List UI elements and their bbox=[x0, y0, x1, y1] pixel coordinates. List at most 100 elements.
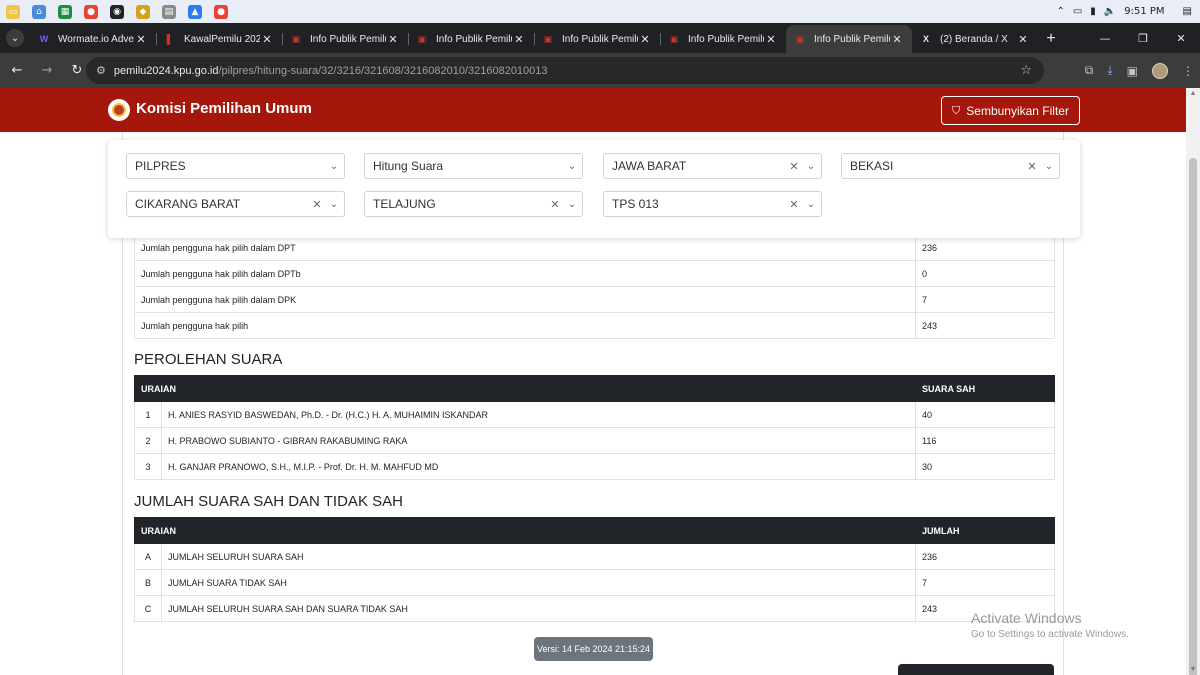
hide-filter-button[interactable]: ⛉ Sembunyikan Filter bbox=[941, 96, 1080, 125]
perolehan-table: URAIAN SUARA SAH 1 H. ANIES RASYID BASWED… bbox=[134, 375, 1055, 480]
row-value: 236 bbox=[915, 234, 1055, 261]
table-row: Jumlah pengguna hak pilih dalam DPTb 0 bbox=[134, 260, 1055, 287]
filter-select[interactable]: JAWA BARAT ✕ ⌄ bbox=[603, 153, 822, 179]
chevron-down-icon[interactable]: ⌄ bbox=[562, 161, 582, 172]
file-explorer-icon[interactable]: ▭ bbox=[6, 4, 20, 19]
tab-close-icon[interactable]: ✕ bbox=[260, 33, 274, 46]
site-info-icon[interactable]: ⚙ bbox=[96, 64, 106, 77]
minimize-icon[interactable]: — bbox=[1086, 23, 1124, 53]
row-number: 3 bbox=[134, 453, 162, 480]
chevron-down-icon[interactable]: ⌄ bbox=[801, 199, 821, 210]
browser-tab[interactable]: ▣ Info Publik Pemilu ✕ bbox=[282, 25, 408, 53]
home-icon[interactable]: ⌂ bbox=[32, 4, 46, 19]
taskbar-pinned-apps: ▭ ⌂ ▦ ● ◉ ◆ ▤ ▲ ● bbox=[0, 4, 228, 19]
filter-select[interactable]: PILPRES ⌄ bbox=[126, 153, 345, 179]
restore-icon[interactable]: ❐ bbox=[1124, 23, 1162, 53]
jumlah-col-jumlah: JUMLAH bbox=[915, 517, 1055, 544]
filter-select[interactable]: Hitung Suara ⌄ bbox=[364, 153, 583, 179]
chevron-up-icon[interactable]: ⌃ bbox=[1056, 6, 1064, 17]
side-panel-icon[interactable]: ▣ bbox=[1127, 64, 1138, 78]
filter-select[interactable]: BEKASI ✕ ⌄ bbox=[841, 153, 1060, 179]
tag-icon[interactable]: ◆ bbox=[136, 4, 150, 19]
tab-close-icon[interactable]: ✕ bbox=[512, 33, 526, 46]
filter-select[interactable]: TELAJUNG ✕ ⌄ bbox=[364, 191, 583, 217]
row-value: 0 bbox=[915, 260, 1055, 287]
chevron-down-icon[interactable]: ⌄ bbox=[324, 199, 344, 210]
table-row: 1 H. ANIES RASYID BASWEDAN, Ph.D. - Dr. (… bbox=[134, 401, 1055, 428]
scroll-up-icon[interactable]: ▲ bbox=[1189, 90, 1197, 97]
chevron-down-icon[interactable]: ⌄ bbox=[324, 161, 344, 172]
spreadsheet-icon[interactable]: ▦ bbox=[58, 4, 72, 19]
notification-icon[interactable]: ▤ bbox=[1183, 6, 1192, 17]
photos-icon[interactable]: ▲ bbox=[188, 4, 202, 19]
profile-avatar[interactable] bbox=[1152, 62, 1168, 79]
filter-select-value: BEKASI bbox=[850, 159, 894, 173]
new-tab-button[interactable]: + bbox=[1038, 25, 1064, 53]
browser-tab[interactable]: ▣ Info Publik Pemilu ✕ bbox=[534, 25, 660, 53]
browser-tab[interactable]: ▣ Info Publik Pemilu ✕ bbox=[786, 25, 912, 53]
browser-tab[interactable]: W Wormate.io Adven ✕ bbox=[30, 25, 156, 53]
tab-close-icon[interactable]: ✕ bbox=[764, 33, 778, 46]
browser-tab[interactable]: ▣ Info Publik Pemilu ✕ bbox=[660, 25, 786, 53]
download-document-button[interactable] bbox=[898, 664, 1054, 675]
page-scrollbar[interactable]: ▲ ▼ bbox=[1186, 88, 1200, 675]
tab-title: Info Publik Pemilu bbox=[310, 33, 386, 45]
chevron-down-icon[interactable]: ⌄ bbox=[1039, 161, 1059, 172]
network-icon[interactable]: ▭ bbox=[1073, 6, 1082, 17]
close-window-icon[interactable]: ✕ bbox=[1162, 23, 1200, 53]
row-number: A bbox=[134, 543, 162, 570]
tab-favicon-icon: ▣ bbox=[669, 33, 679, 44]
tab-close-icon[interactable]: ✕ bbox=[1016, 33, 1030, 46]
row-value: 7 bbox=[915, 569, 1055, 596]
tab-search-button[interactable]: ⌄ bbox=[0, 23, 30, 53]
filter-panel: PILPRES ⌄ Hitung Suara ⌄ JAWA BARAT ✕ ⌄ BEKASI ✕… bbox=[108, 140, 1080, 238]
browser-tab[interactable]: ▌ KawalPemilu 2024 ✕ bbox=[156, 25, 282, 53]
tab-close-icon[interactable]: ✕ bbox=[890, 33, 904, 46]
menu-kebab-icon[interactable]: ⋮ bbox=[1182, 64, 1194, 78]
tab-close-icon[interactable]: ✕ bbox=[134, 33, 148, 46]
tab-title: Info Publik Pemilu bbox=[688, 33, 764, 45]
download-icon[interactable]: ⤓ bbox=[1107, 63, 1112, 78]
tab-close-icon[interactable]: ✕ bbox=[638, 33, 652, 46]
row-label: H. ANIES RASYID BASWEDAN, Ph.D. - Dr. (H… bbox=[161, 401, 916, 428]
clear-icon[interactable]: ✕ bbox=[1025, 160, 1039, 173]
speaker-icon[interactable]: 🔈 bbox=[1104, 6, 1116, 17]
row-value: 40 bbox=[915, 401, 1055, 428]
chevron-down-icon[interactable]: ⌄ bbox=[562, 199, 582, 210]
tab-close-icon[interactable]: ✕ bbox=[386, 33, 400, 46]
chrome-icon[interactable]: ● bbox=[84, 4, 98, 19]
url-text[interactable]: pemilu2024.kpu.go.id/pilpres/hitung-suar… bbox=[114, 65, 548, 77]
table-row: Jumlah pengguna hak pilih dalam DPT 236 bbox=[134, 234, 1055, 261]
clock[interactable]: 9:51 PM bbox=[1124, 6, 1164, 17]
clear-icon[interactable]: ✕ bbox=[548, 198, 562, 211]
filter-select-value: PILPRES bbox=[135, 159, 186, 173]
battery-icon[interactable]: ▮ bbox=[1090, 6, 1096, 17]
tab-title: (2) Beranda / X bbox=[940, 33, 1008, 45]
chevron-down-icon: ⌄ bbox=[6, 29, 24, 47]
browser-tab[interactable]: X (2) Beranda / X ✕ bbox=[912, 25, 1038, 53]
jumlah-title: JUMLAH SUARA SAH DAN TIDAK SAH bbox=[134, 493, 403, 510]
filter-select[interactable]: CIKARANG BARAT ✕ ⌄ bbox=[126, 191, 345, 217]
scroll-down-icon[interactable]: ▼ bbox=[1189, 666, 1197, 673]
clear-icon[interactable]: ✕ bbox=[787, 198, 801, 211]
scroll-thumb[interactable] bbox=[1189, 158, 1197, 675]
row-label: Jumlah pengguna hak pilih bbox=[134, 312, 916, 339]
clear-icon[interactable]: ✕ bbox=[310, 198, 324, 211]
perolehan-header-row: URAIAN SUARA SAH bbox=[134, 375, 1055, 402]
address-bar[interactable]: ⚙ pemilu2024.kpu.go.id/pilpres/hitung-su… bbox=[86, 57, 1044, 84]
back-button[interactable]: ← bbox=[4, 58, 30, 84]
browser-tab[interactable]: ▣ Info Publik Pemilu ✕ bbox=[408, 25, 534, 53]
bookmark-star-icon[interactable]: ☆ bbox=[1020, 63, 1032, 78]
extensions-icon[interactable]: ⧉ bbox=[1085, 63, 1094, 78]
clear-icon[interactable]: ✕ bbox=[787, 160, 801, 173]
forward-button[interactable]: → bbox=[34, 58, 60, 84]
filter-select[interactable]: TPS 013 ✕ ⌄ bbox=[603, 191, 822, 217]
tab-title: KawalPemilu 2024 bbox=[184, 33, 260, 45]
perolehan-col-suara-sah: SUARA SAH bbox=[915, 375, 1055, 402]
url-host: pemilu2024.kpu.go.id bbox=[113, 64, 219, 77]
chrome-alt-icon[interactable]: ● bbox=[214, 4, 228, 19]
calculator-icon[interactable]: ▤ bbox=[162, 4, 176, 19]
obs-icon[interactable]: ◉ bbox=[110, 4, 124, 19]
chevron-down-icon[interactable]: ⌄ bbox=[801, 161, 821, 172]
voter-usage-table: Jumlah pengguna hak pilih dalam DPT 236 Ju… bbox=[134, 234, 1055, 339]
